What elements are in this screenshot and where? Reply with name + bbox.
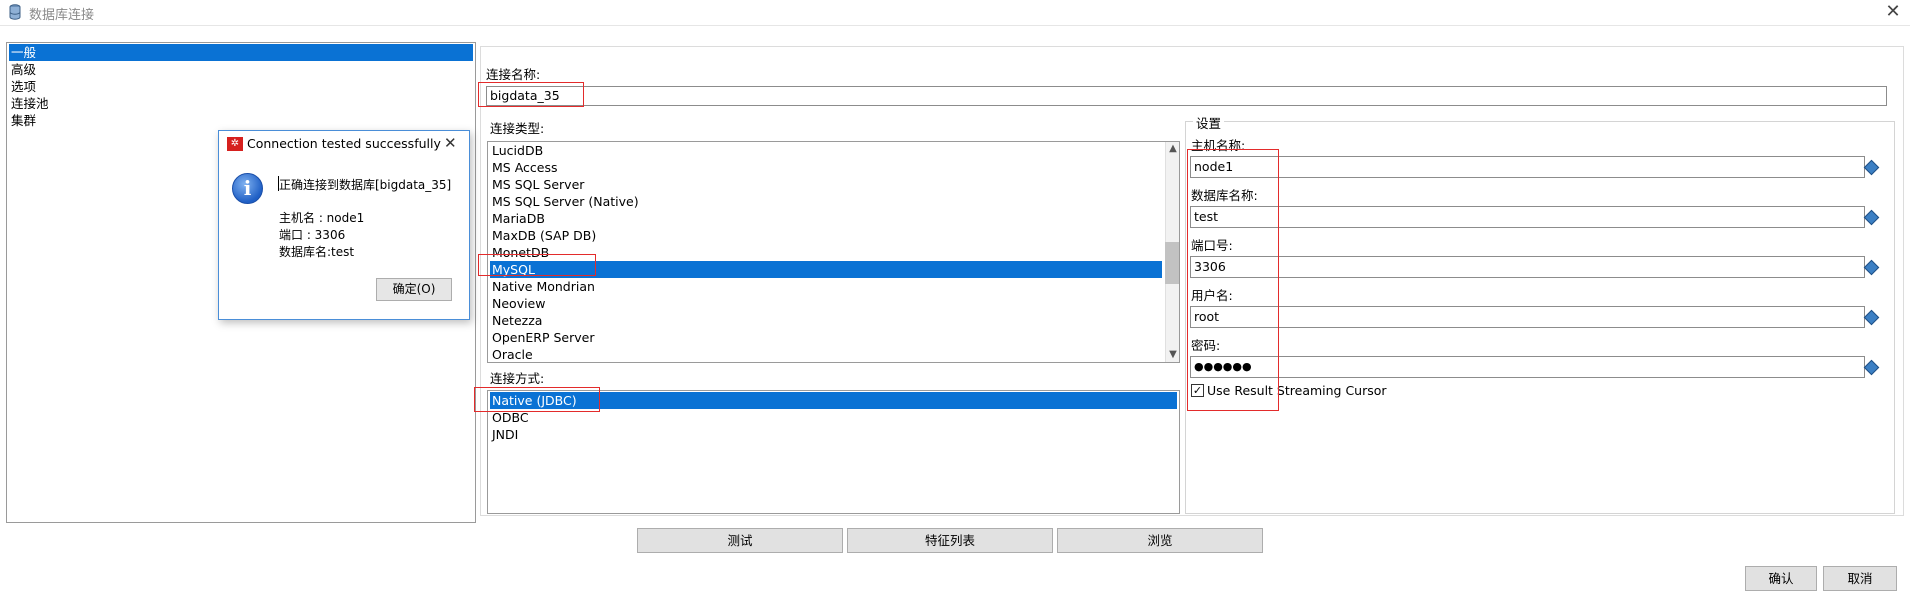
dialog-db-line: 数据库名:test: [279, 245, 355, 259]
database-name-input[interactable]: test: [1190, 206, 1865, 228]
dialog-close-button[interactable]: ✕: [444, 134, 457, 152]
explore-button[interactable]: 浏览: [1057, 528, 1263, 553]
list-item[interactable]: MaxDB (SAP DB): [490, 227, 1162, 244]
cancel-button[interactable]: 取消: [1823, 566, 1897, 591]
chevron-up-icon[interactable]: ▲: [1166, 142, 1180, 156]
list-item[interactable]: MS SQL Server (Native): [490, 193, 1162, 210]
kettle-app-icon: ✲: [227, 137, 243, 151]
scrollbar-thumb[interactable]: [1165, 242, 1179, 284]
dialog-port-line: 端口 : 3306: [279, 228, 346, 242]
close-window-button[interactable]: ✕: [1882, 2, 1904, 22]
list-item[interactable]: OpenERP Server: [490, 329, 1162, 346]
window-title: 数据库连接: [29, 8, 95, 23]
host-input[interactable]: node1: [1190, 156, 1865, 178]
settings-title: 设置: [1193, 113, 1225, 132]
port-input[interactable]: 3306: [1190, 256, 1865, 278]
annotation-box: [474, 387, 600, 412]
password-input[interactable]: ●●●●●●: [1190, 356, 1865, 378]
list-item[interactable]: Native Mondrian: [490, 278, 1162, 295]
list-item[interactable]: Neoview: [490, 295, 1162, 312]
nav-item-cluster[interactable]: 集群: [9, 112, 473, 129]
database-icon: [9, 4, 21, 20]
connection-type-label: 连接类型:: [490, 121, 545, 136]
test-button[interactable]: 测试: [637, 528, 843, 553]
list-item[interactable]: MariaDB: [490, 210, 1162, 227]
nav-item-general[interactable]: 一般: [9, 44, 473, 61]
info-icon: i: [232, 173, 263, 204]
list-item[interactable]: Netezza: [490, 312, 1162, 329]
nav-item-advanced[interactable]: 高级: [9, 61, 473, 78]
nav-item-pooling[interactable]: 连接池: [9, 95, 473, 112]
access-method-label: 连接方式:: [490, 371, 545, 386]
list-item[interactable]: JNDI: [490, 426, 1177, 443]
list-item[interactable]: MS SQL Server: [490, 176, 1162, 193]
chevron-down-icon[interactable]: ▼: [1166, 348, 1180, 362]
connection-name-input[interactable]: bigdata_35: [486, 86, 1887, 106]
nav-item-options[interactable]: 选项: [9, 78, 473, 95]
connection-type-list[interactable]: LucidDB MS Access MS SQL Server MS SQL S…: [487, 141, 1180, 363]
dialog-title: Connection tested successfully: [247, 136, 441, 151]
annotation-box: [1187, 149, 1279, 411]
list-item[interactable]: MS Access: [490, 159, 1162, 176]
annotation-box: [478, 254, 596, 276]
dialog-ok-button[interactable]: 确定(O): [376, 278, 452, 301]
username-input[interactable]: root: [1190, 306, 1865, 328]
list-item[interactable]: Oracle: [490, 346, 1162, 362]
dialog-message: 正确连接到数据库[bigdata_35]: [279, 178, 452, 192]
list-item[interactable]: LucidDB: [490, 142, 1162, 159]
connection-name-label: 连接名称:: [486, 67, 541, 82]
ok-button[interactable]: 确认: [1745, 566, 1817, 591]
title-bar: [0, 0, 1910, 26]
feature-list-button[interactable]: 特征列表: [847, 528, 1053, 553]
annotation-box: [478, 82, 584, 107]
dialog-host-line: 主机名 : node1: [279, 211, 365, 225]
